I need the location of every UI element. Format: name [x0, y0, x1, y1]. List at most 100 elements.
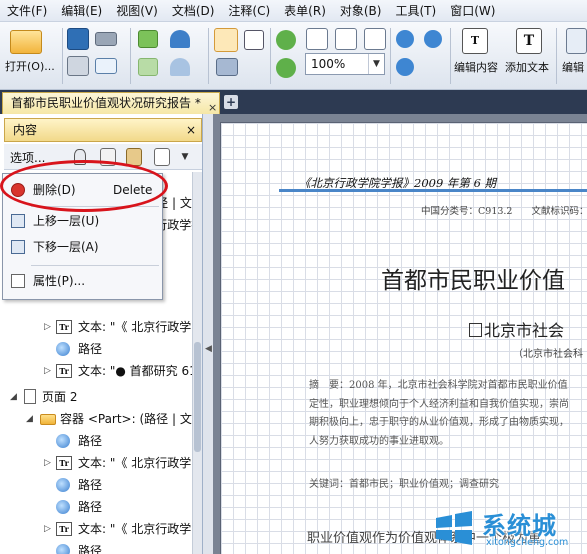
redo-icon[interactable]	[170, 58, 190, 76]
paste-icon[interactable]	[126, 148, 142, 166]
expand-triangle-icon[interactable]: ▷	[44, 518, 51, 540]
close-tab-icon[interactable]: ×	[208, 97, 217, 114]
menu-object[interactable]: 对象(B)	[333, 0, 389, 22]
tree-row-label: 路径	[78, 544, 103, 554]
page-icon	[24, 389, 36, 404]
copy-icon[interactable]	[100, 148, 116, 166]
abstract-line: 人努力获取成功的事业进取观。	[309, 435, 449, 447]
menu-bar: 文件(F) 编辑(E) 视图(V) 文档(D) 注释(C) 表单(R) 对象(B…	[0, 0, 587, 22]
expand-triangle-icon[interactable]: ▷	[44, 316, 51, 338]
new-container-icon[interactable]	[154, 148, 170, 166]
email-icon[interactable]	[95, 58, 117, 74]
add-text-label[interactable]: 添加文本	[505, 59, 549, 75]
rotate-counterclockwise-icon[interactable]	[276, 58, 296, 78]
tree-row[interactable]: 路径	[4, 474, 192, 496]
watermark-text: 系统城	[482, 512, 557, 540]
zoom-in-icon[interactable]	[396, 30, 414, 48]
menu-form[interactable]: 表单(R)	[277, 0, 333, 22]
tree-row[interactable]: ◢ 页面 2	[4, 386, 192, 408]
expand-triangle-icon[interactable]: ▷	[44, 452, 51, 474]
save-icon[interactable]	[67, 28, 89, 50]
fit-width-icon[interactable]	[364, 28, 386, 50]
menu-separator	[31, 265, 159, 266]
menu-item-label: 属性(P)...	[33, 274, 86, 288]
document-view[interactable]: 《北京行政学院学报》2009 年第 6 期 中国分类号：C913.2 文献标识码…	[213, 114, 587, 554]
tree-row-label: 文本: "《 北京行政学...	[78, 456, 192, 470]
tree-row[interactable]: ◢ 容器 <Part>: (路径 | 文本 ...	[4, 408, 192, 430]
menu-window[interactable]: 窗口(W)	[443, 0, 502, 22]
windows-logo-icon	[436, 511, 472, 545]
pdf-page[interactable]: 《北京行政学院学报》2009 年第 6 期 中国分类号：C913.2 文献标识码…	[220, 122, 587, 554]
edit-content-icon[interactable]: T	[462, 28, 488, 54]
collapse-triangle-icon[interactable]: ◢	[10, 386, 17, 408]
rotate-clockwise-icon[interactable]	[276, 30, 296, 50]
add-text-icon[interactable]: T	[516, 28, 542, 54]
menu-item-delete[interactable]: 删除(D) Delete	[3, 177, 162, 203]
properties-icon	[11, 274, 25, 288]
document-tab-bar: 首都市民职业价值观状况研究报告 * × +	[0, 90, 587, 114]
expand-triangle-icon[interactable]: ▷	[44, 360, 51, 382]
select-text-icon[interactable]	[244, 30, 264, 50]
document-tab[interactable]: 首都市民职业价值观状况研究报告 * ×	[2, 92, 220, 114]
snapshot-icon[interactable]	[216, 58, 238, 76]
chevron-down-icon[interactable]: ▼	[178, 148, 192, 166]
menu-document[interactable]: 文档(D)	[165, 0, 222, 22]
edit-content-label[interactable]: 编辑内容	[454, 59, 498, 75]
tree-row[interactable]: ▷ Tr 文本: "《 北京行政学...	[4, 452, 192, 474]
menu-item-label: 下移一层(A)	[33, 240, 99, 254]
toolbar-separator	[208, 28, 209, 84]
zoom-level-select[interactable]: 100% ▼	[305, 53, 385, 75]
toolbar-separator	[450, 28, 451, 84]
menu-file[interactable]: 文件(F)	[0, 0, 54, 22]
text-object-icon: Tr	[56, 456, 72, 470]
tree-row[interactable]: ▷ Tr 文本: "《 北京行政学...	[4, 518, 192, 540]
tree-scrollbar[interactable]	[192, 172, 202, 554]
tree-row-label: 文本: "● 首都研究 61...	[78, 364, 192, 378]
menu-comment[interactable]: 注释(C)	[221, 0, 277, 22]
chevron-down-icon[interactable]: ▼	[368, 54, 384, 74]
tree-row[interactable]: 路径	[4, 338, 192, 360]
abstract-line: 摘 要：2008 年，北京市社会科学院对首都市民职业价值	[309, 380, 568, 391]
options-menu-button[interactable]: 选项...	[10, 149, 45, 166]
hand-tool-icon[interactable]	[214, 28, 238, 52]
edit-label[interactable]: 编辑	[562, 59, 584, 75]
edit-object-icon[interactable]	[566, 28, 587, 54]
menu-item-properties[interactable]: 属性(P)...	[3, 268, 162, 294]
zoom-out-icon[interactable]	[424, 30, 442, 48]
menu-item-move-up[interactable]: 上移一层(U)	[3, 208, 162, 234]
tree-row[interactable]: 路径	[4, 496, 192, 518]
path-icon	[56, 500, 70, 514]
open-folder-icon[interactable]	[10, 30, 42, 54]
menu-item-move-down[interactable]: 下移一层(A)	[3, 234, 162, 260]
scanner-icon[interactable]	[95, 32, 117, 46]
menu-tools[interactable]: 工具(T)	[388, 0, 443, 22]
actual-size-icon[interactable]	[306, 28, 328, 50]
open-button-label[interactable]: 打开(O)...	[5, 58, 55, 74]
tree-row[interactable]: ▷ Tr 文本: "● 首都研究 61...	[4, 360, 192, 382]
scissors-icon[interactable]	[74, 149, 86, 165]
scrollbar-thumb[interactable]	[194, 342, 201, 452]
chevron-left-icon[interactable]: ◀	[205, 344, 212, 354]
close-panel-icon[interactable]: ×	[186, 119, 196, 141]
forward-arrow-icon[interactable]	[138, 58, 158, 76]
zoom-in-plus-icon[interactable]	[396, 58, 414, 76]
collapse-triangle-icon[interactable]: ◢	[26, 408, 33, 430]
toolbar-separator	[270, 28, 271, 84]
text-object-icon: Tr	[56, 364, 72, 378]
tree-row[interactable]: 路径	[4, 540, 192, 554]
new-tab-button[interactable]: +	[224, 95, 238, 109]
move-down-icon	[11, 240, 25, 254]
tree-row[interactable]: ▷ Tr 文本: "《 北京行政学...	[4, 316, 192, 338]
undo-icon[interactable]	[170, 30, 190, 48]
abstract-line: 定性，职业理想倾向于个人经济利益和自我价值实现，崇尚	[309, 398, 569, 410]
tree-row-label: 容器 <Part>: (路径 | 文本 ...	[60, 412, 192, 426]
menu-edit[interactable]: 编辑(E)	[54, 0, 109, 22]
tree-row-label: 路径	[78, 500, 103, 514]
panel-splitter[interactable]: ◀	[203, 114, 213, 554]
fit-page-icon[interactable]	[335, 28, 357, 50]
print-icon[interactable]	[67, 56, 89, 76]
back-arrow-icon[interactable]	[138, 30, 158, 48]
tree-row[interactable]: 路径	[4, 430, 192, 452]
toolbar-separator	[390, 28, 391, 84]
menu-view[interactable]: 视图(V)	[109, 0, 165, 22]
